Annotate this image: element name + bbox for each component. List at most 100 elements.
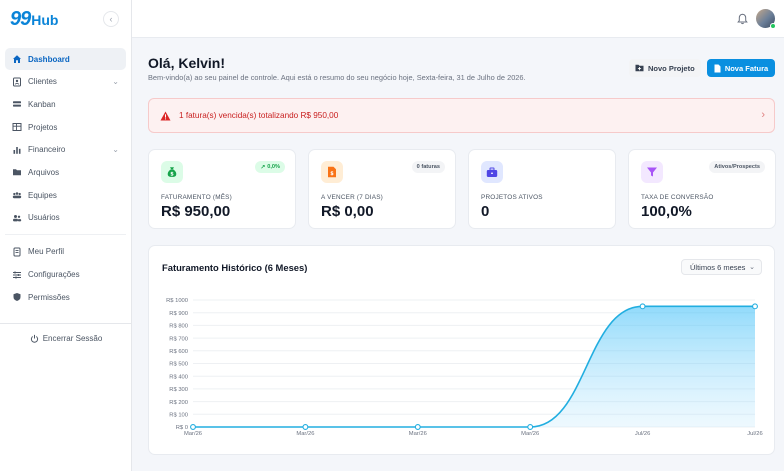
sidebar-item-dashboard[interactable]: Dashboard [5, 48, 126, 70]
sidebar-item-label: Financeiro [28, 145, 66, 155]
kanban-icon [12, 99, 22, 109]
data-point[interactable] [190, 424, 196, 430]
y-tick-label: R$ 1000 [166, 298, 188, 304]
new-invoice-button[interactable]: Nova Fatura [707, 59, 775, 77]
kpi-card-due-soon[interactable]: $ 0 faturas A VENCER (7 DIAS) R$ 0,00 [308, 149, 456, 229]
sidebar-item-projetos[interactable]: Projetos [5, 116, 126, 138]
kpi-value: R$ 950,00 [161, 203, 231, 220]
conversion-basis-badge: Ativos/Prospects [709, 161, 765, 173]
sidebar: 99 Hub ‹ Dashboard Clientes ⌄ Kanban Proj… [0, 0, 132, 471]
new-project-button[interactable]: Novo Projeto [629, 59, 701, 77]
trend-up-icon: ↗ [260, 164, 266, 171]
kpi-value: 100,0% [641, 203, 692, 220]
data-point[interactable] [414, 424, 421, 430]
avatar[interactable] [756, 9, 776, 29]
folder-plus-icon [635, 64, 644, 72]
x-tick-label: Mar/26 [409, 431, 427, 437]
x-tick-label: Jul/26 [747, 431, 762, 437]
x-tick-label: Mar/26 [184, 431, 202, 437]
logout-label: Encerrar Sessão [42, 334, 103, 343]
sidebar-item-permissoes[interactable]: Permissões [5, 286, 126, 308]
sidebar-item-usuarios[interactable]: Usuários [5, 207, 126, 229]
sidebar-item-label: Usuários [28, 213, 60, 223]
data-point[interactable] [302, 424, 309, 430]
data-point[interactable] [527, 424, 534, 430]
x-tick-label: Jul/26 [635, 431, 650, 437]
sidebar-item-label: Kanban [28, 99, 56, 109]
bell-icon[interactable] [737, 12, 748, 30]
sidebar-item-equipes[interactable]: Equipes [5, 184, 126, 206]
y-tick-label: R$ 500 [169, 362, 188, 368]
kpi-label: A VENCER (7 DIAS) [321, 194, 383, 201]
brand-logo[interactable]: 99 Hub [10, 8, 58, 31]
sidebar-item-meu-perfil[interactable]: Meu Perfil [5, 241, 126, 263]
y-tick-label: R$ 300 [169, 387, 188, 393]
revenue-area-chart: R$ 0R$ 100R$ 200R$ 300R$ 400R$ 500R$ 600… [166, 298, 763, 437]
kpi-card-revenue[interactable]: $ ↗ 0,0% FATURAMENTO (MÊS) R$ 950,00 [148, 149, 296, 229]
new-project-label: Novo Projeto [648, 63, 695, 73]
funnel-icon [641, 161, 663, 183]
sidebar-item-configuracoes[interactable]: Configurações [5, 264, 126, 286]
invoice-icon: $ [321, 161, 343, 183]
sidebar-item-label: Projetos [28, 122, 58, 132]
team-icon [12, 190, 22, 200]
collapse-sidebar-button[interactable]: ‹ [103, 11, 119, 27]
sidebar-nav: Dashboard Clientes ⌄ Kanban Projetos Fin… [0, 38, 131, 308]
sidebar-item-clientes[interactable]: Clientes ⌄ [5, 71, 126, 93]
data-point[interactable] [639, 303, 646, 310]
kpi-label: TAXA DE CONVERSÃO [641, 194, 714, 201]
y-tick-label: R$ 600 [169, 349, 188, 355]
alert-text: 1 fatura(s) vencida(s) totalizando R$ 95… [179, 111, 339, 120]
id-card-icon [12, 247, 22, 257]
kpi-label: PROJETOS ATIVOS [481, 194, 543, 201]
kpi-value: 0 [481, 203, 490, 220]
overdue-invoice-alert[interactable]: 1 fatura(s) vencida(s) totalizando R$ 95… [148, 98, 775, 133]
sidebar-item-label: Equipes [28, 190, 57, 200]
trend-badge: ↗ 0,0% [255, 161, 285, 173]
y-tick-label: R$ 700 [169, 336, 188, 342]
sidebar-item-financeiro[interactable]: Financeiro ⌄ [5, 139, 126, 161]
x-tick-label: Mar/26 [521, 431, 539, 437]
invoice-count-badge: 0 faturas [411, 161, 445, 173]
online-status-dot [770, 23, 776, 29]
sidebar-item-label: Arquivos [28, 167, 60, 177]
kpi-label: FATURAMENTO (MÊS) [161, 194, 232, 201]
sidebar-item-kanban[interactable]: Kanban [5, 93, 126, 115]
logout-button[interactable]: Encerrar Sessão [0, 334, 132, 343]
kpi-card-conversion[interactable]: Ativos/Prospects TAXA DE CONVERSÃO 100,0… [628, 149, 776, 229]
kpi-value: R$ 0,00 [321, 203, 374, 220]
y-tick-label: R$ 800 [169, 324, 188, 330]
money-bag-icon: $ [161, 161, 183, 183]
period-select-value: Últimos 6 meses [690, 262, 746, 272]
chevron-down-icon: ⌄ [112, 145, 119, 155]
data-point[interactable] [752, 303, 758, 310]
sidebar-item-arquivos[interactable]: Arquivos [5, 161, 126, 183]
sidebar-item-label: Dashboard [28, 54, 70, 64]
chart-title: Faturamento Histórico (6 Meses) [162, 262, 308, 273]
kpi-card-active-projects[interactable]: PROJETOS ATIVOS 0 [468, 149, 616, 229]
revenue-chart-card: R$ 0 R$ 100 R$ 200 R$ 300 R$ 400 R$ 500 R$ 600… [148, 245, 775, 455]
y-tick-label: R$ 100 [169, 413, 188, 419]
home-icon [12, 54, 22, 64]
chevron-down-icon: ⌄ [112, 77, 119, 87]
y-tick-label: R$ 900 [169, 311, 188, 317]
users-icon [12, 213, 22, 223]
sidebar-item-label: Configurações [28, 270, 80, 279]
sidebar-item-label: Clientes [28, 77, 57, 87]
logo-row: 99 Hub ‹ [0, 0, 131, 38]
power-icon [30, 334, 39, 343]
sidebar-divider [5, 233, 126, 235]
y-tick-label: R$ 200 [169, 400, 188, 406]
badge-text: 0,0% [267, 164, 280, 170]
y-tick-label: R$ 400 [169, 374, 188, 380]
sliders-icon [12, 270, 22, 280]
new-invoice-label: Nova Fatura [724, 63, 769, 73]
contacts-icon [12, 77, 22, 87]
chevron-left-icon: ‹ [109, 14, 113, 24]
period-select[interactable]: Últimos 6 meses ⌄ [681, 259, 762, 275]
revenue-area [193, 306, 755, 427]
table-icon [12, 122, 22, 132]
warning-icon [160, 111, 171, 121]
topbar [132, 0, 784, 38]
bar-chart-icon [12, 145, 22, 155]
